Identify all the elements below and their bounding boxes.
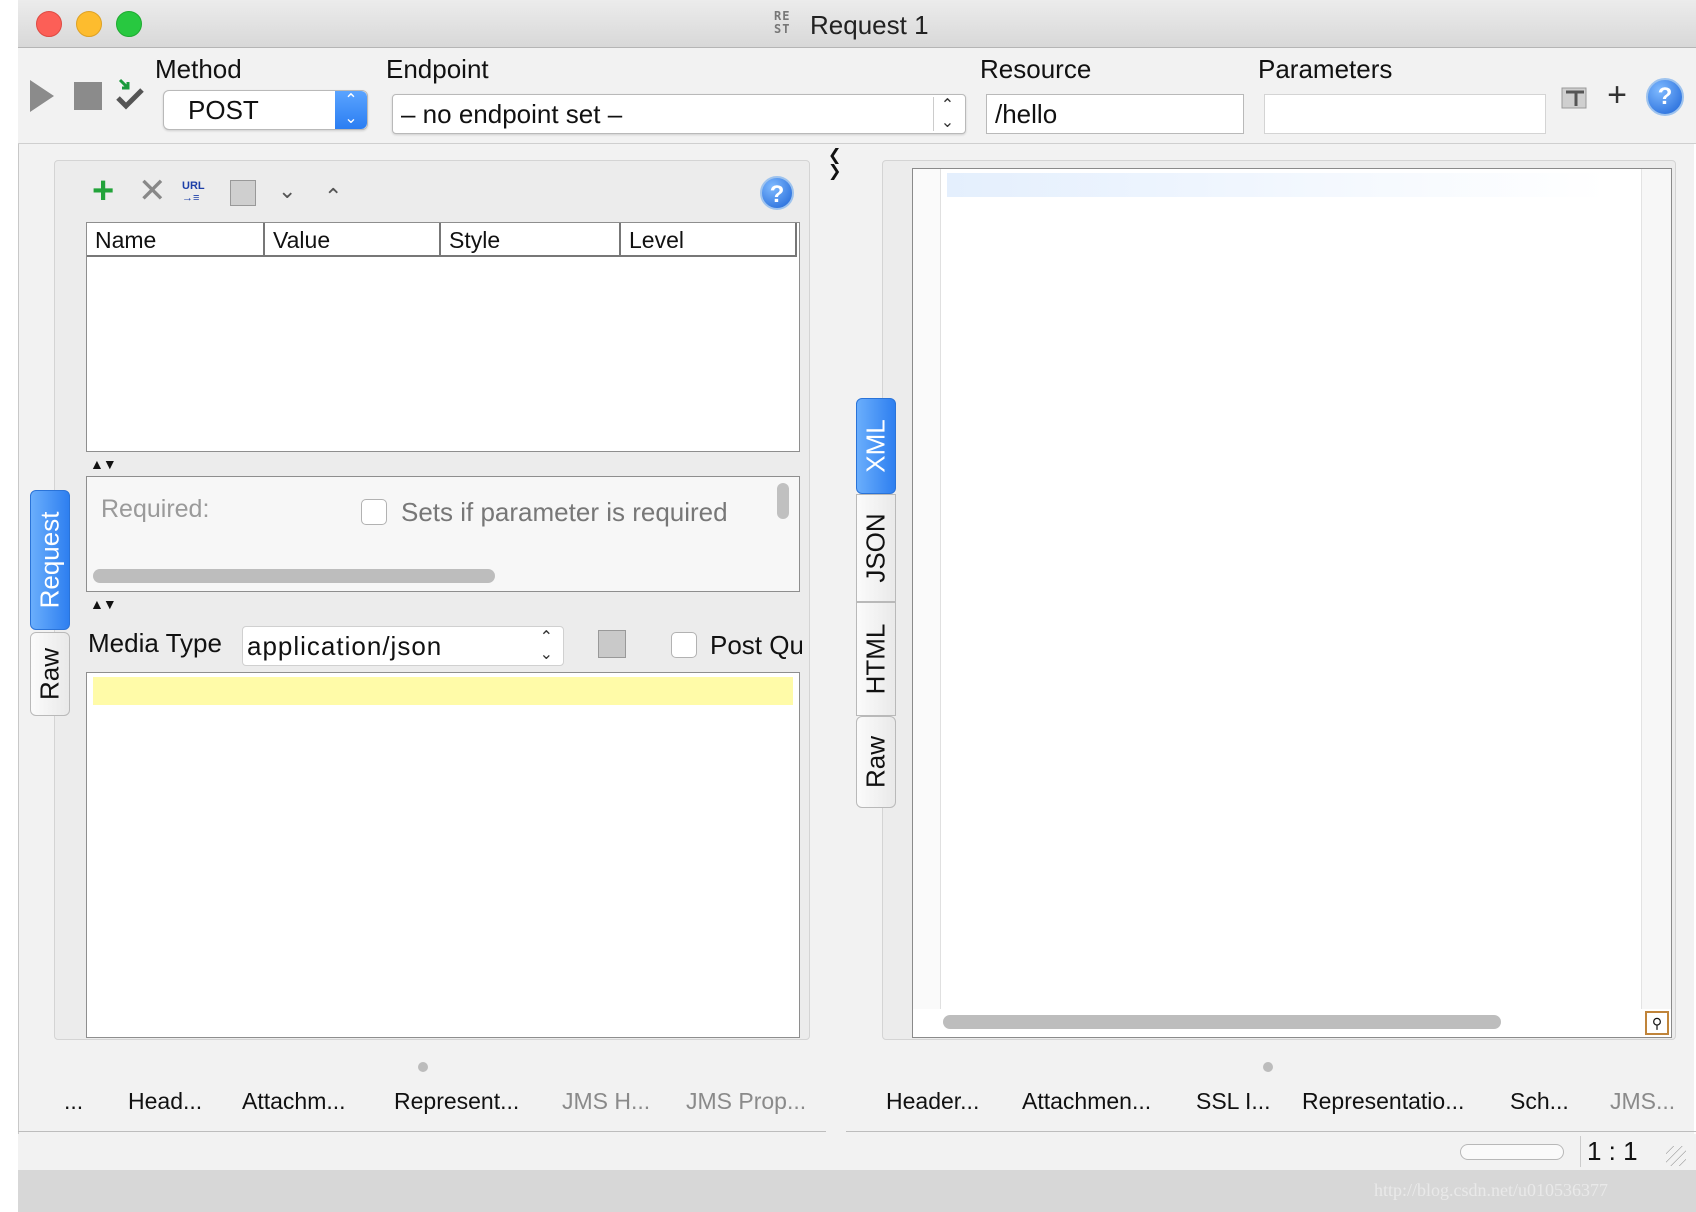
tab-more[interactable]: ... xyxy=(64,1088,83,1115)
tab-html-label: HTML xyxy=(860,623,891,695)
endpoint-select[interactable]: – no endpoint set – ⌃ ⌄ xyxy=(392,94,966,134)
post-query-label: Post Qu xyxy=(710,630,802,660)
endpoint-label: Endpoint xyxy=(386,54,489,84)
params-toolbar: + ✕ URL →≡ ⌄ ⌃ ? xyxy=(86,170,808,218)
method-value: POST xyxy=(188,95,259,125)
chevron-updown-icon: ⌃ ⌄ xyxy=(539,629,553,663)
resource-label: Resource xyxy=(980,54,1092,84)
stop-icon[interactable] xyxy=(74,82,102,110)
tab-jms-headers[interactable]: JMS H... xyxy=(562,1088,650,1115)
required-hint: Sets if parameter is required xyxy=(401,497,728,527)
response-xml-viewer[interactable]: ⚲ xyxy=(912,168,1672,1038)
tab-jms[interactable]: JMS... xyxy=(1610,1088,1675,1115)
play-icon[interactable] xyxy=(30,80,54,112)
check-icon[interactable] xyxy=(114,76,146,112)
params-table[interactable]: Name Value Style Level xyxy=(86,222,800,452)
tab-headers[interactable]: Head... xyxy=(128,1088,202,1115)
tab-raw-label: Raw xyxy=(860,735,891,789)
delete-icon[interactable]: ✕ xyxy=(138,174,167,208)
right-bottom-tabs: Header... Attachmen... SSL I... Represen… xyxy=(846,1070,1696,1132)
param-detail-panel: Required: Sets if parameter is required xyxy=(86,476,800,592)
method-select[interactable]: POST ⌃ ⌄ xyxy=(163,90,368,130)
resource-input[interactable]: /hello xyxy=(986,94,1244,134)
watermark: http://blog.csdn.net/u010536377 xyxy=(1374,1180,1608,1200)
tab-schema[interactable]: Sch... xyxy=(1510,1088,1569,1115)
zoom-icon[interactable]: ⚲ xyxy=(1645,1011,1669,1035)
request-body-editor[interactable] xyxy=(86,672,800,1038)
column-header-level[interactable]: Level xyxy=(621,223,797,257)
column-header-name[interactable]: Name xyxy=(87,223,265,257)
rest-logo-icon: RE ST xyxy=(774,9,791,36)
horizontal-scrollbar[interactable] xyxy=(93,569,495,583)
parameters-label: Parameters xyxy=(1258,54,1393,84)
help-icon[interactable]: ? xyxy=(760,176,794,210)
splitter-arrows[interactable]: ▲▼ xyxy=(90,456,117,472)
template-icon[interactable] xyxy=(1560,84,1590,112)
tab-json-label: JSON xyxy=(860,513,891,583)
vertical-scrollbar-track[interactable] xyxy=(1641,169,1671,1009)
tab-representations[interactable]: Representatio... xyxy=(1302,1088,1464,1115)
method-label: Method xyxy=(155,54,242,84)
close-window-button[interactable] xyxy=(36,11,62,37)
column-header-value[interactable]: Value xyxy=(265,223,441,257)
add-icon[interactable]: + xyxy=(92,172,114,210)
minimize-window-button[interactable] xyxy=(76,11,102,37)
endpoint-value: – no endpoint set – xyxy=(401,99,623,129)
chevron-updown-icon: ⌃ ⌄ xyxy=(335,91,367,129)
resize-grip-icon[interactable] xyxy=(1666,1146,1686,1166)
tab-headers[interactable]: Header... xyxy=(886,1088,979,1115)
required-checkbox[interactable] xyxy=(361,499,387,525)
tab-request[interactable]: Request xyxy=(30,490,70,630)
post-query-checkbox[interactable] xyxy=(671,632,697,658)
move-up-icon[interactable]: ⌃ xyxy=(324,184,342,210)
vertical-scrollbar[interactable] xyxy=(777,483,789,519)
tab-representations[interactable]: Represent... xyxy=(394,1088,519,1115)
move-down-icon[interactable]: ⌄ xyxy=(278,178,296,204)
window-title: Request 1 xyxy=(810,10,929,40)
chevron-updown-icon: ⌃ ⌄ xyxy=(933,97,961,131)
tab-raw-label: Raw xyxy=(34,647,65,701)
tab-jms-properties[interactable]: JMS Prop... xyxy=(686,1088,806,1115)
media-type-value: application/json xyxy=(247,631,443,661)
tab-ssl-info[interactable]: SSL I... xyxy=(1196,1088,1271,1115)
url-icon[interactable]: URL →≡ xyxy=(182,180,205,204)
collapse-arrows-icon[interactable]: ❮ ❯ xyxy=(828,148,841,180)
tab-attachments[interactable]: Attachm... xyxy=(242,1088,346,1115)
caret-position: 1 : 1 xyxy=(1580,1136,1638,1167)
tab-raw-request[interactable]: Raw xyxy=(30,632,70,716)
tab-json[interactable]: JSON xyxy=(856,494,896,602)
tab-xml[interactable]: XML xyxy=(856,398,896,494)
media-type-label: Media Type xyxy=(88,628,222,658)
plus-icon[interactable]: + xyxy=(1602,78,1632,112)
left-bottom-tabs: ... Head... Attachm... Represent... JMS … xyxy=(18,1070,826,1132)
required-label: Required: xyxy=(101,495,210,523)
column-header-style[interactable]: Style xyxy=(441,223,621,257)
maximize-window-button[interactable] xyxy=(116,11,142,37)
tab-request-label: Request xyxy=(34,511,65,609)
refresh-icon[interactable] xyxy=(230,180,256,206)
current-line-highlight xyxy=(947,173,1607,197)
status-bar xyxy=(18,1134,1696,1170)
parameters-input[interactable] xyxy=(1264,94,1546,134)
horizontal-scrollbar[interactable] xyxy=(943,1015,1501,1029)
media-type-select[interactable]: application/json ⌃ ⌄ xyxy=(242,626,564,666)
tab-attachments[interactable]: Attachmen... xyxy=(1022,1088,1151,1115)
tab-html[interactable]: HTML xyxy=(856,602,896,716)
gutter xyxy=(913,169,941,1009)
help-icon[interactable]: ? xyxy=(1646,78,1684,116)
tab-raw-response[interactable]: Raw xyxy=(856,716,896,808)
refresh-icon[interactable] xyxy=(598,630,626,658)
splitter-arrows[interactable]: ▲▼ xyxy=(90,596,117,612)
tab-xml-label: XML xyxy=(860,419,891,473)
current-line-highlight xyxy=(93,677,793,705)
status-progress xyxy=(1460,1144,1564,1160)
